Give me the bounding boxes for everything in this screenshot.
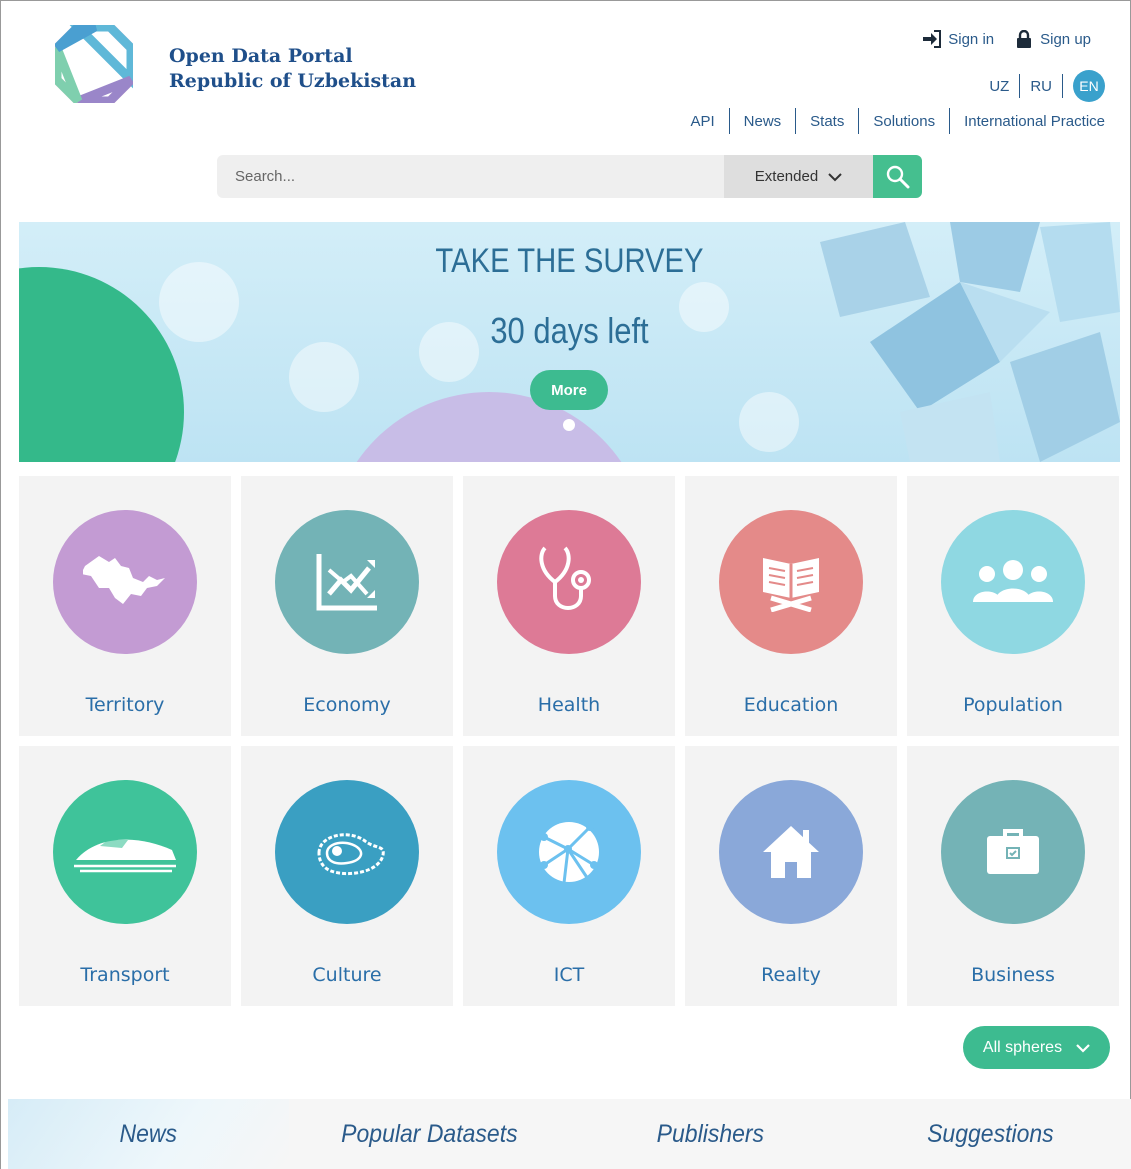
banner-bokeh <box>739 392 799 452</box>
sphere-label: Economy <box>303 694 391 716</box>
sphere-tile-ict[interactable]: ICT <box>463 746 675 1006</box>
spheres-grid: Territory Economy Health Education Popul… <box>19 476 1120 1006</box>
banner-more-button[interactable]: More <box>530 370 608 410</box>
content-tabs: News Popular Datasets Publishers Suggest… <box>8 1099 1131 1169</box>
sphere-label: Realty <box>761 964 821 986</box>
tab-label: Popular Datasets <box>340 1119 518 1148</box>
brand-subtitle: Republic of Uzbekistan <box>169 70 417 92</box>
chevron-down-icon <box>828 172 842 181</box>
sphere-tile-business[interactable]: Business <box>907 746 1119 1006</box>
banner-bokeh <box>289 342 359 412</box>
sphere-circle <box>53 510 197 654</box>
lang-uz[interactable]: UZ <box>979 78 1019 95</box>
nav-news[interactable]: News <box>730 113 796 130</box>
nav-stats[interactable]: Stats <box>796 113 858 130</box>
tab-popular-datasets[interactable]: Popular Datasets <box>300 1099 558 1169</box>
sphere-circle <box>719 780 863 924</box>
sphere-tile-health[interactable]: Health <box>463 476 675 736</box>
banner-subtitle: 30 days left <box>490 310 649 351</box>
search-bar: Extended <box>217 155 922 198</box>
sphere-tile-economy[interactable]: Economy <box>241 476 453 736</box>
tab-label: Suggestions <box>927 1119 1054 1148</box>
sphere-circle <box>275 780 419 924</box>
portal-brand[interactable]: Open Data Portal Republic of Uzbekistan <box>169 44 416 94</box>
sphere-label: Transport <box>80 964 170 986</box>
extended-label: Extended <box>754 168 819 185</box>
divider <box>1062 74 1063 98</box>
sign-up-link[interactable]: Sign up <box>1014 30 1091 48</box>
tab-news[interactable]: News <box>8 1099 289 1169</box>
nav-solutions[interactable]: Solutions <box>859 113 949 130</box>
sphere-circle <box>275 510 419 654</box>
sign-in-label: Sign in <box>948 30 995 48</box>
tab-suggestions[interactable]: Suggestions <box>861 1099 1119 1169</box>
house-icon <box>763 826 819 878</box>
sphere-label: ICT <box>553 964 585 986</box>
banner-title: TAKE THE SURVEY <box>435 242 704 280</box>
nav-international-practice[interactable]: International Practice <box>950 113 1119 130</box>
search-button[interactable] <box>873 155 922 198</box>
survey-banner: TAKE THE SURVEY 30 days left More <box>19 222 1120 462</box>
open-book-icon <box>763 558 819 612</box>
chevron-down-icon <box>1076 1043 1090 1053</box>
sphere-label: Population <box>963 694 1063 716</box>
tab-label: News <box>119 1119 178 1148</box>
sphere-label: Territory <box>85 694 165 716</box>
sphere-tile-education[interactable]: Education <box>685 476 897 736</box>
sphere-circle <box>497 780 641 924</box>
sphere-label: Health <box>537 694 601 716</box>
sphere-circle <box>941 510 1085 654</box>
paisley-icon <box>317 833 385 876</box>
all-spheres-button[interactable]: All spheres <box>963 1026 1110 1069</box>
sphere-circle <box>53 780 197 924</box>
search-icon <box>886 165 909 188</box>
sign-in-link[interactable]: Sign in <box>922 30 994 48</box>
sphere-label: Education <box>743 694 839 716</box>
economy-chart-icon <box>316 554 377 611</box>
sphere-label: Business <box>971 964 1055 986</box>
sign-in-icon <box>923 30 942 48</box>
portal-logo[interactable] <box>55 25 133 103</box>
sphere-circle <box>719 510 863 654</box>
uzbekistan-map-icon <box>83 556 165 604</box>
people-icon <box>973 560 1053 602</box>
briefcase-icon <box>987 829 1039 874</box>
network-globe-icon <box>539 822 599 884</box>
sphere-circle <box>941 780 1085 924</box>
sphere-tile-territory[interactable]: Territory <box>19 476 231 736</box>
lang-ru[interactable]: RU <box>1020 78 1062 95</box>
nav-api[interactable]: API <box>676 113 728 130</box>
sphere-circle <box>497 510 641 654</box>
sphere-label: Culture <box>312 964 382 986</box>
sphere-tile-population[interactable]: Population <box>907 476 1119 736</box>
carousel-dot[interactable] <box>563 419 575 431</box>
tab-label: Publishers <box>656 1119 764 1148</box>
search-input[interactable] <box>217 155 724 198</box>
train-icon <box>74 839 176 873</box>
lang-en-active[interactable]: EN <box>1073 70 1105 102</box>
stethoscope-icon <box>539 546 591 610</box>
sign-up-label: Sign up <box>1040 30 1091 48</box>
lock-icon <box>1017 30 1032 48</box>
tab-publishers[interactable]: Publishers <box>581 1099 839 1169</box>
sphere-tile-culture[interactable]: Culture <box>241 746 453 1006</box>
top-navigation: API News Stats Solutions International P… <box>676 108 1119 134</box>
language-switcher: UZ RU EN <box>979 70 1105 102</box>
auth-links: Sign in Sign up <box>922 30 1091 48</box>
sphere-tile-transport[interactable]: Transport <box>19 746 231 1006</box>
all-spheres-label: All spheres <box>982 1038 1063 1056</box>
brand-title: Open Data Portal <box>169 45 353 67</box>
sphere-tile-realty[interactable]: Realty <box>685 746 897 1006</box>
extended-search-dropdown[interactable]: Extended <box>724 155 873 198</box>
